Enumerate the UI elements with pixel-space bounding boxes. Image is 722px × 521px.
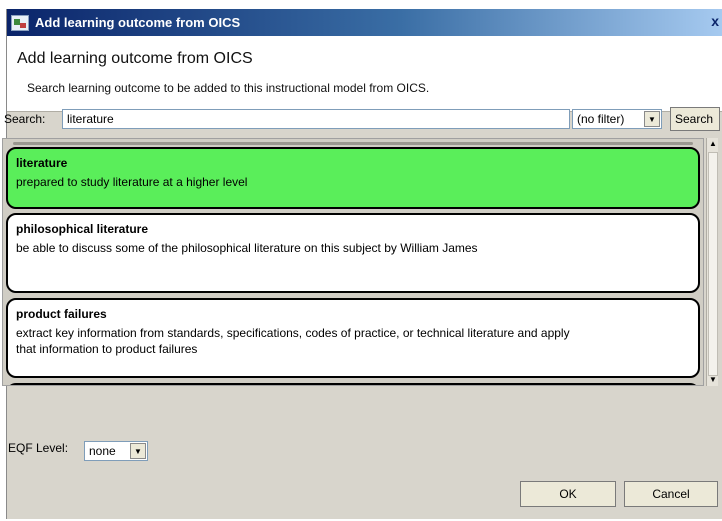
search-button[interactable]: Search: [670, 107, 720, 131]
header-title: Add learning outcome from OICS: [17, 50, 253, 67]
list-item-description: be able to discuss some of the philosoph…: [16, 241, 478, 255]
eqf-selected-value: none: [89, 444, 116, 458]
chevron-down-icon[interactable]: ▼: [644, 111, 660, 127]
list-item-title: literature: [16, 156, 68, 170]
search-label: Search:: [4, 112, 46, 126]
outcome-list[interactable]: literature prepared to study literature …: [2, 138, 704, 386]
filter-selected-value: (no filter): [577, 112, 625, 126]
list-item-description: prepared to study literature at a higher…: [16, 175, 248, 189]
list-item-description: extract key information from standards, …: [16, 326, 570, 356]
window-title: Add learning outcome from OICS: [35, 15, 241, 30]
cancel-button[interactable]: Cancel: [624, 481, 718, 507]
scroll-thumb[interactable]: [708, 152, 718, 376]
chevron-down-icon[interactable]: ▼: [130, 443, 146, 459]
search-input[interactable]: [62, 109, 570, 129]
list-item-literature[interactable]: literature prepared to study literature …: [6, 147, 700, 209]
title-bar[interactable]: Add learning outcome from OICS x: [7, 9, 722, 36]
list-item-philosophical-literature[interactable]: philosophical literature be able to disc…: [6, 213, 700, 293]
close-icon[interactable]: x: [711, 13, 719, 29]
list-item-product-failures[interactable]: product failures extract key information…: [6, 298, 700, 378]
ok-button[interactable]: OK: [520, 481, 616, 507]
list-item-title: product failures: [16, 307, 107, 321]
header-description: Search learning outcome to be added to t…: [27, 81, 430, 95]
list-item-title: philosophical literature: [16, 222, 149, 236]
list-item-partial[interactable]: [6, 383, 700, 385]
dialog-header: Add learning outcome from OICS Search le…: [7, 36, 722, 112]
scroll-down-icon[interactable]: ▼: [707, 374, 719, 386]
eqf-level-label: EQF Level:: [8, 441, 69, 455]
list-scrollbar[interactable]: ▲ ▼: [706, 138, 718, 386]
scroll-up-icon[interactable]: ▲: [707, 138, 719, 150]
app-icon: [11, 14, 29, 31]
eqf-level-dropdown[interactable]: none ▼: [84, 441, 148, 461]
filter-dropdown[interactable]: (no filter) ▼: [572, 109, 662, 129]
